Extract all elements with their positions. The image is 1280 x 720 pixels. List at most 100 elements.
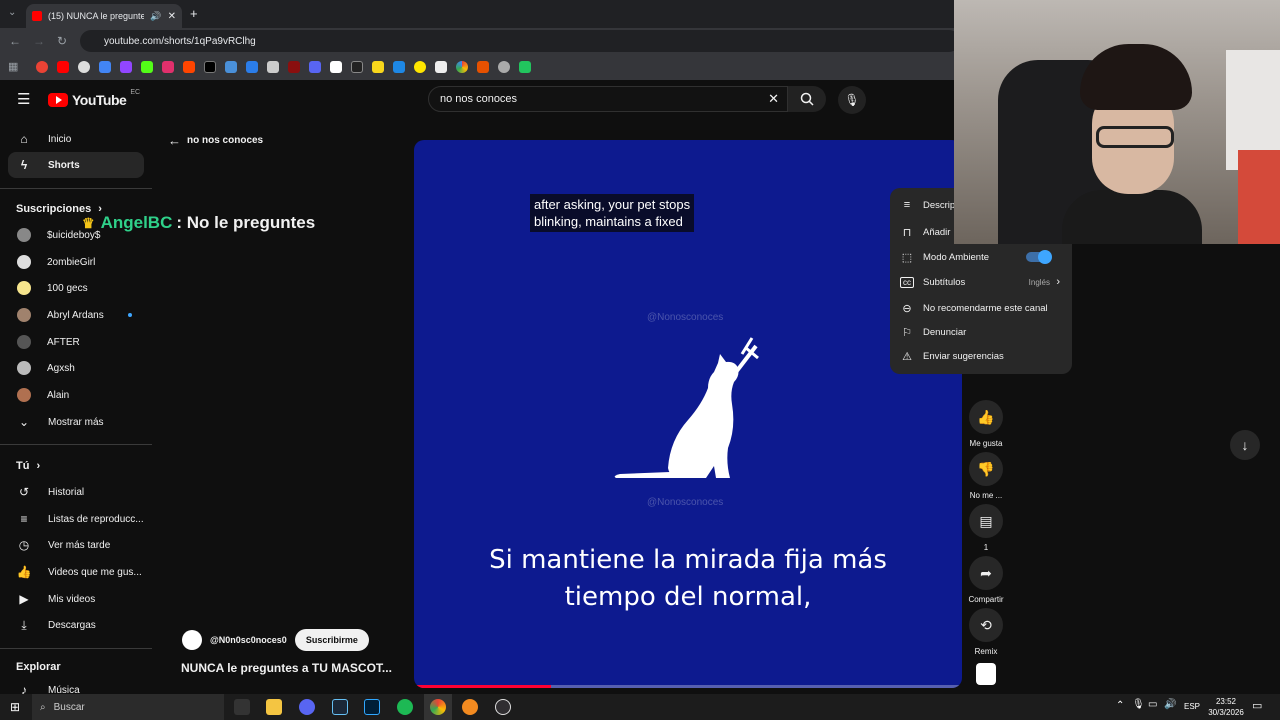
sidebar-item-liked-videos[interactable]: 👍 Videos que me gus... (8, 559, 144, 585)
notifications-icon[interactable]: ▭ (1252, 699, 1262, 712)
video-title[interactable]: NUNCA le preguntes a TU MASCOT... (181, 661, 392, 675)
video-progress-bar[interactable] (414, 685, 962, 688)
bookmark-icon[interactable] (225, 61, 237, 73)
bookmark-icon[interactable] (99, 61, 111, 73)
bookmark-icon[interactable] (330, 61, 342, 73)
bookmark-icon[interactable] (204, 61, 216, 73)
bookmark-icon[interactable] (351, 61, 363, 73)
menu-item-dont-recommend[interactable]: ⊖ No recomendarme este canal (900, 298, 1062, 318)
subscribe-button[interactable]: Suscribirme (294, 629, 369, 651)
chrome-icon[interactable] (430, 699, 446, 715)
tray-microphone-icon[interactable]: 🎙 (1132, 699, 1145, 710)
menu-item-subtitles[interactable]: cc Subtítulos Inglés › (900, 272, 1062, 292)
comments-action[interactable]: ▤ 1 (968, 504, 1004, 552)
bookmark-icon[interactable] (246, 61, 258, 73)
bookmark-icon[interactable] (477, 61, 489, 73)
language-indicator[interactable]: ESP (1184, 702, 1200, 711)
taskbar-search-input[interactable]: ⌕ Buscar (32, 694, 224, 720)
bookmark-icon[interactable] (288, 61, 300, 73)
ambient-mode-toggle[interactable] (1026, 250, 1052, 264)
sidebar-item-subscription[interactable]: 2ombieGirl (8, 249, 144, 275)
sidebar-item-my-videos[interactable]: ▶ Mis videos (8, 586, 144, 612)
hamburger-menu-icon[interactable]: ☰ (17, 90, 30, 108)
windows-start-icon[interactable]: ⊞ (10, 700, 20, 714)
tab-close-icon[interactable]: ✕ (168, 11, 176, 22)
bookmark-icon[interactable] (183, 61, 195, 73)
sidebar-item-downloads[interactable]: ⤓ Descargas (8, 612, 144, 638)
forward-icon[interactable]: → (33, 34, 45, 48)
address-bar[interactable]: youtube.com/shorts/1qPa9vRClhg (80, 30, 960, 52)
sidebar-item-shorts[interactable]: ϟ Shorts (8, 152, 144, 178)
fl-studio-icon[interactable] (462, 699, 478, 715)
short-video-player[interactable]: after asking, your pet stops blinking, m… (414, 140, 962, 688)
bookmark-icon[interactable] (309, 61, 321, 73)
sidebar-item-subscription[interactable]: AFTER (8, 329, 144, 355)
file-explorer-icon[interactable] (266, 699, 282, 715)
reload-icon[interactable]: ↻ (57, 34, 67, 48)
search-button[interactable] (788, 86, 826, 112)
clear-search-icon[interactable]: ✕ (768, 91, 779, 107)
like-action[interactable]: 👍 Me gusta (968, 400, 1004, 448)
search-input[interactable]: no nos conoces ✕ (428, 86, 788, 112)
channel-thumbnail[interactable] (976, 663, 996, 685)
clock[interactable]: 23:52 30/3/2026 (1200, 696, 1252, 718)
bookmark-icon[interactable] (372, 61, 384, 73)
sidebar-item-subscription[interactable]: Alain (8, 382, 144, 408)
sidebar-item-watch-later[interactable]: ◷ Ver más tarde (8, 532, 144, 558)
sidebar-item-playlists[interactable]: ≡ Listas de reproducc... (8, 506, 144, 532)
channel-handle[interactable]: @N0n0sc0noces0 (210, 635, 287, 645)
sidebar-item-history[interactable]: ↺ Historial (8, 479, 144, 505)
steam-icon[interactable] (332, 699, 348, 715)
voice-search-button[interactable]: 🎙 (838, 86, 866, 114)
obs-icon[interactable] (495, 699, 511, 715)
bookmark-icon[interactable] (120, 61, 132, 73)
you-header[interactable]: Tú › (16, 460, 40, 472)
bookmark-icon[interactable] (393, 61, 405, 73)
show-more-button[interactable]: ⌄ Mostrar más (8, 409, 144, 435)
menu-item-feedback[interactable]: ⚠ Enviar sugerencias (900, 346, 1062, 366)
thumbs-down-icon[interactable]: 👎 (969, 452, 1003, 486)
new-tab-icon[interactable]: + (190, 6, 198, 21)
bookmark-icon[interactable] (456, 61, 468, 73)
dislike-action[interactable]: 👎 No me ... (968, 452, 1004, 500)
sidebar-item-subscription[interactable]: Agxsh (8, 355, 144, 381)
epic-games-icon[interactable] (234, 699, 250, 715)
bookmark-icon[interactable] (414, 61, 426, 73)
bookmark-icon[interactable] (498, 61, 510, 73)
remix-icon[interactable]: ⟲ (969, 608, 1003, 642)
sidebar-item-label: Alain (47, 389, 70, 401)
menu-item-report[interactable]: ⚐ Denunciar (900, 322, 1062, 342)
share-icon[interactable]: ➦ (969, 556, 1003, 590)
tray-volume-icon[interactable]: 🔊 (1164, 699, 1176, 710)
spotify-icon[interactable] (397, 699, 413, 715)
tray-network-icon[interactable]: ▭ (1148, 699, 1157, 710)
sidebar-item-subscription[interactable]: 100 gecs (8, 275, 144, 301)
discord-icon[interactable] (299, 699, 315, 715)
browser-tab[interactable]: (15) NUNCA le preguntes a 🔊 ✕ (26, 4, 182, 28)
thumbs-up-icon[interactable]: 👍 (969, 400, 1003, 434)
sidebar-item-subscription[interactable]: Abryl Ardans (8, 302, 144, 328)
share-action[interactable]: ➦ Compartir (968, 556, 1004, 604)
tray-chevron-up-icon[interactable]: ⌃ (1116, 700, 1124, 711)
youtube-logo[interactable]: YouTube EC (48, 89, 140, 108)
tab-audio-icon[interactable]: 🔊 (150, 11, 161, 22)
comment-icon[interactable]: ▤ (969, 504, 1003, 538)
bookmark-icon[interactable] (519, 61, 531, 73)
bookmark-icon[interactable] (78, 61, 90, 73)
apps-icon[interactable]: ▦ (8, 60, 18, 73)
channel-avatar[interactable] (182, 630, 202, 650)
back-icon[interactable]: ← (9, 34, 21, 48)
back-to-search-button[interactable]: ← no nos conoces (168, 133, 263, 148)
menu-item-ambient-mode[interactable]: ⬚ Modo Ambiente (900, 247, 1062, 267)
remix-action[interactable]: ⟲ Remix (968, 608, 1004, 656)
bookmark-icon[interactable] (141, 61, 153, 73)
bookmark-icon[interactable] (36, 61, 48, 73)
bookmark-icon[interactable] (57, 61, 69, 73)
next-video-button[interactable]: ↓ (1230, 430, 1260, 460)
bookmark-icon[interactable] (162, 61, 174, 73)
photoshop-icon[interactable] (364, 699, 380, 715)
tab-list-icon[interactable]: ⌄ (8, 7, 16, 18)
bookmark-icon[interactable] (267, 61, 279, 73)
sidebar-item-inicio[interactable]: ⌂ Inicio (8, 126, 144, 152)
bookmark-icon[interactable] (435, 61, 447, 73)
